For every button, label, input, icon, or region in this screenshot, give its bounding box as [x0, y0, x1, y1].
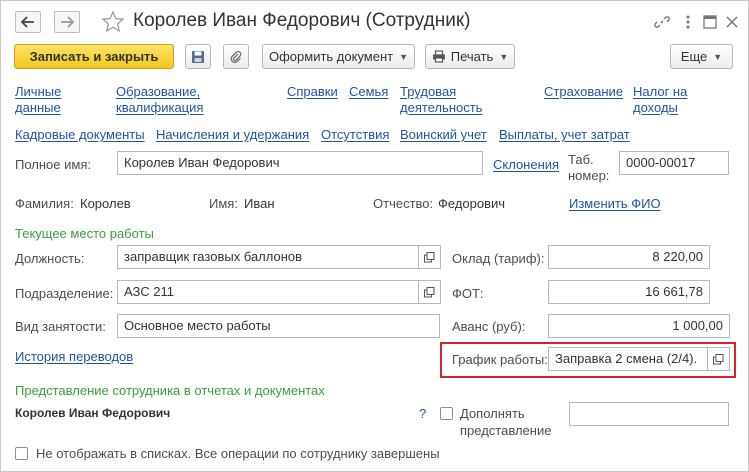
create-document-label: Оформить документ	[268, 49, 394, 64]
department-field[interactable]: АЗС 211	[117, 280, 419, 304]
chevron-down-icon: ▼	[399, 51, 409, 62]
position-field[interactable]: заправщик газовых баллонов	[117, 245, 419, 269]
advance-label: Аванс (руб):	[452, 319, 526, 334]
attach-button[interactable]	[223, 44, 249, 69]
fot-field[interactable]: 16 661,78	[548, 280, 710, 304]
nav-link-tax[interactable]: Налог на доходы	[633, 84, 687, 116]
supplement-label: Дополнять представление	[460, 406, 552, 438]
maximize-icon	[703, 15, 717, 29]
advance-field[interactable]: 1 000,00	[548, 314, 730, 338]
employee-window: Королев Иван Федорович (Сотрудник) Запис…	[0, 0, 749, 472]
schedule-label: График работы:	[452, 352, 548, 367]
patronymic-label: Отчество:	[373, 196, 434, 211]
nav-link-hr-docs[interactable]: Кадровые документы	[15, 127, 145, 142]
save-icon	[192, 50, 204, 63]
position-label: Должность:	[15, 251, 85, 266]
schedule-open-button[interactable]	[708, 347, 730, 371]
nav-link-references[interactable]: Справки	[287, 84, 338, 100]
help-link[interactable]: ?	[419, 406, 426, 421]
tab-number-field[interactable]: 0000-00017	[619, 151, 729, 175]
more-button[interactable]: Еще ▼	[670, 44, 733, 69]
link-button[interactable]	[653, 13, 671, 31]
print-button[interactable]: Печать ▼	[425, 44, 515, 69]
star-icon	[101, 10, 125, 33]
name-value: Иван	[244, 196, 275, 211]
nav-link-insurance[interactable]: Страхование	[544, 84, 623, 100]
nav-link-personal[interactable]: Личные данные	[15, 84, 61, 116]
nav-link-payments[interactable]: Выплаты, учет затрат	[499, 127, 630, 142]
attach-icon	[230, 50, 242, 63]
nav-link-accruals[interactable]: Начисления и удержания	[156, 127, 309, 142]
open-icon	[424, 251, 435, 262]
name-label: Имя:	[209, 196, 238, 211]
salary-field[interactable]: 8 220,00	[548, 245, 710, 269]
current-job-section-title: Текущее место работы	[15, 226, 154, 241]
representation-name: Королев Иван Федорович	[15, 406, 171, 420]
declensions-link[interactable]: Склонения	[493, 157, 559, 172]
full-name-field[interactable]: Королев Иван Федорович	[117, 151, 483, 175]
create-document-button[interactable]: Оформить документ ▼	[262, 44, 415, 69]
transfer-history-link[interactable]: История переводов	[15, 349, 133, 364]
save-button[interactable]	[185, 44, 211, 69]
employment-label: Вид занятости:	[15, 319, 106, 334]
save-close-button[interactable]: Записать и закрыть	[14, 44, 174, 69]
more-vertical-button[interactable]	[679, 13, 697, 31]
fot-label: ФОТ:	[452, 286, 484, 301]
forward-button[interactable]	[54, 11, 80, 33]
representation-section-title: Представление сотрудника в отчетах и док…	[15, 383, 325, 398]
hide-in-lists-checkbox[interactable]	[15, 447, 28, 460]
open-icon	[424, 286, 435, 297]
print-label: Печать	[450, 49, 494, 64]
nav-link-absences[interactable]: Отсутствия	[321, 127, 389, 142]
surname-value: Королев	[80, 196, 131, 211]
full-name-label: Полное имя:	[15, 157, 91, 172]
surname-label: Фамилия:	[15, 196, 74, 211]
department-open-button[interactable]	[419, 280, 441, 304]
nav-link-education[interactable]: Образование, квалификация	[116, 84, 203, 116]
nav-link-labor[interactable]: Трудовая деятельность	[400, 84, 482, 116]
back-arrow-icon	[21, 16, 34, 28]
salary-label: Оклад (тариф):	[452, 251, 545, 266]
hide-in-lists-label: Не отображать в списках. Все операции по…	[36, 446, 440, 461]
forward-arrow-icon	[61, 16, 74, 28]
printer-icon	[432, 50, 445, 63]
close-icon	[726, 16, 738, 28]
schedule-field[interactable]: Заправка 2 смена (2/4).	[548, 347, 708, 371]
favorite-button[interactable]	[101, 10, 125, 34]
patronymic-value: Федорович	[438, 196, 506, 211]
nav-link-family[interactable]: Семья	[349, 84, 388, 100]
tab-number-label: Таб. номер:	[568, 152, 610, 183]
nav-link-military[interactable]: Воинский учет	[400, 127, 487, 142]
back-button[interactable]	[15, 11, 41, 33]
position-open-button[interactable]	[419, 245, 441, 269]
open-icon	[713, 353, 724, 364]
supplement-field[interactable]	[569, 402, 729, 426]
maximize-button[interactable]	[701, 13, 719, 31]
employment-field[interactable]: Основное место работы	[117, 314, 440, 338]
supplement-checkbox[interactable]	[440, 407, 453, 420]
link-icon	[654, 16, 670, 28]
close-button[interactable]	[723, 13, 741, 31]
more-vertical-icon	[686, 15, 690, 29]
chevron-down-icon: ▼	[713, 51, 723, 62]
window-title: Королев Иван Федорович (Сотрудник)	[133, 10, 471, 31]
department-label: Подразделение:	[15, 286, 114, 301]
change-fio-link[interactable]: Изменить ФИО	[569, 196, 661, 211]
chevron-down-icon: ▼	[499, 51, 509, 62]
more-label: Еще	[680, 49, 708, 64]
